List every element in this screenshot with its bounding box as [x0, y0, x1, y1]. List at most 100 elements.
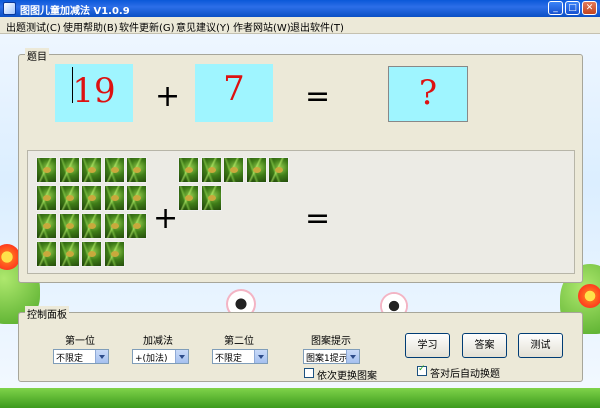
change-pattern-label: 依次更换图案 — [317, 371, 377, 382]
insect-icon — [65, 251, 74, 257]
insect-icon — [43, 223, 51, 229]
menu-test[interactable]: 出题测试(C) — [6, 19, 61, 34]
chevron-down-icon — [254, 350, 267, 363]
insect-icon — [133, 223, 141, 229]
picture-tile — [126, 213, 147, 239]
picture-tile — [36, 185, 57, 211]
picture-tile — [103, 241, 125, 267]
app-icon — [3, 2, 16, 15]
insect-icon — [230, 167, 238, 173]
picture-tile — [81, 241, 102, 267]
operation-value: +(加法) — [135, 354, 168, 364]
insect-icon — [133, 195, 141, 201]
second-digit-label: 第二位 — [224, 336, 254, 347]
picture-tile — [103, 213, 125, 239]
insect-icon — [110, 167, 119, 173]
insect-icon — [43, 251, 51, 257]
menu-website[interactable]: 作者网站(W) — [233, 19, 291, 34]
change-pattern-checkbox[interactable] — [304, 368, 314, 378]
chevron-down-icon — [346, 350, 359, 363]
learn-button[interactable]: 学习 — [405, 333, 450, 358]
chevron-down-icon — [95, 350, 108, 363]
second-digit-value: 不限定 — [215, 354, 243, 364]
insect-icon — [88, 223, 96, 229]
insect-icon — [88, 195, 96, 201]
first-digit-select[interactable]: 不限定 — [53, 349, 109, 364]
answer-box[interactable]: ? — [388, 66, 468, 122]
picture-tile — [36, 213, 57, 239]
menu-exit[interactable]: 退出软件(T) — [290, 19, 344, 34]
window-title: 图图儿童加减法 V1.0.9 — [20, 6, 130, 17]
insect-icon — [65, 195, 74, 201]
picture-tile — [103, 157, 125, 183]
insect-icon — [43, 195, 51, 201]
auto-next-checkbox[interactable] — [417, 364, 427, 376]
picture-hint-value: 图案1提示 — [306, 354, 348, 364]
picture-tile — [36, 157, 57, 183]
picture-tile — [103, 185, 125, 211]
picture-tile — [81, 185, 102, 211]
picture-hint-select[interactable]: 图案1提示 — [303, 349, 360, 364]
insect-icon — [207, 195, 216, 201]
insect-icon — [110, 195, 119, 201]
picture-tile — [268, 157, 289, 183]
insect-icon — [110, 251, 119, 257]
insect-icon — [185, 167, 193, 173]
flower-decoration — [578, 284, 600, 308]
picture-tile — [178, 185, 199, 211]
picture-equals-sign: = — [305, 201, 331, 236]
picture-tile — [36, 241, 57, 267]
question-panel-label: 题目 — [25, 48, 49, 63]
insect-icon — [110, 223, 119, 229]
picture-tile — [245, 157, 267, 183]
close-button[interactable]: ✕ — [582, 1, 597, 15]
second-number-box[interactable]: 7 — [195, 64, 273, 122]
insect-icon — [207, 167, 216, 173]
picture-tile — [58, 241, 80, 267]
insect-icon — [43, 167, 51, 173]
insect-icon — [65, 223, 74, 229]
insect-icon — [88, 167, 96, 173]
insect-icon — [88, 251, 96, 257]
insect-icon — [252, 167, 261, 173]
picture-tile — [58, 157, 80, 183]
answer-button[interactable]: 答案 — [462, 333, 507, 358]
minimize-button[interactable]: _ — [548, 1, 563, 15]
menu-update[interactable]: 软件更新(G) — [119, 19, 175, 34]
insect-icon — [275, 167, 283, 173]
picture-tile — [81, 213, 102, 239]
grass-decoration — [0, 388, 600, 408]
insect-icon — [185, 195, 193, 201]
picture-hint-label: 图案提示 — [311, 336, 351, 347]
picture-tile — [58, 185, 80, 211]
first-number-box[interactable]: 19 — [55, 64, 133, 122]
picture-plus-sign: + — [153, 201, 179, 236]
chevron-down-icon — [175, 350, 188, 363]
picture-tile — [223, 157, 244, 183]
auto-next-label: 答对后自动换题 — [430, 369, 500, 380]
operation-select[interactable]: +(加法) — [132, 349, 189, 364]
picture-tile — [126, 157, 147, 183]
picture-tile — [178, 157, 199, 183]
picture-tile — [200, 185, 222, 211]
insect-icon — [65, 167, 74, 173]
first-digit-label: 第一位 — [65, 336, 95, 347]
text-caret — [72, 67, 73, 103]
first-digit-value: 不限定 — [56, 354, 84, 364]
test-button[interactable]: 测试 — [518, 333, 563, 358]
menu-bar: 出题测试(C) 使用帮助(B) 软件更新(G) 意见建议(Y) 作者网站(W) … — [0, 17, 600, 34]
maximize-button[interactable]: □ — [565, 1, 580, 15]
insect-icon — [133, 167, 141, 173]
question-equals-sign: = — [305, 79, 331, 114]
title-bar: 图图儿童加减法 V1.0.9 _ □ ✕ — [0, 0, 600, 17]
second-digit-select[interactable]: 不限定 — [212, 349, 268, 364]
operation-label: 加减法 — [143, 336, 173, 347]
picture-tile — [58, 213, 80, 239]
control-panel-label: 控制面板 — [25, 306, 69, 321]
picture-tile — [200, 157, 222, 183]
picture-tile — [126, 185, 147, 211]
menu-feedback[interactable]: 意见建议(Y) — [176, 19, 230, 34]
question-plus-sign: + — [155, 79, 181, 114]
picture-tile — [81, 157, 102, 183]
menu-help[interactable]: 使用帮助(B) — [63, 19, 118, 34]
